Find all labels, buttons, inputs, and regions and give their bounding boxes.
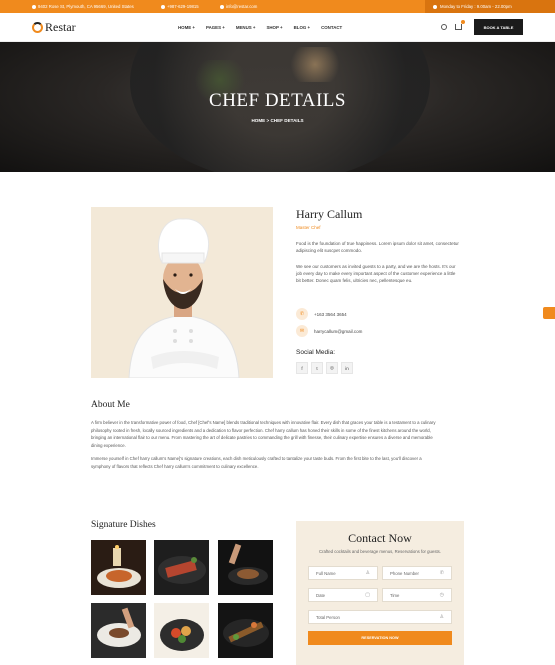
email-text[interactable]: info@restar.com [226,4,257,9]
about-line: Immerse yourself in Chef harry callum's … [91,456,422,461]
chef-role: Master Chef [296,225,321,230]
dish-image[interactable] [154,603,209,658]
contact-form: Contact Now Crafted cocktails and bevera… [296,521,464,665]
dishes-title: Signature Dishes [91,520,156,530]
contact-title: Contact Now [348,531,412,545]
social-links: f t ◎ in [296,362,353,374]
dish-image[interactable] [154,540,209,595]
reservation-button[interactable]: RESERVATION NOW [308,631,452,645]
address-text: 9402 Rose St, Plymouth, CA 95669, United… [38,4,134,9]
top-info-bar: 9402 Rose St, Plymouth, CA 95669, United… [0,0,555,13]
dish-image[interactable] [91,540,146,595]
phone-placeholder: Phone Number [390,570,419,576]
logo-icon [32,22,43,33]
phone-text[interactable]: +987-629-19815 [167,4,199,9]
banner-food [285,47,345,82]
breadcrumb-current: CHEF DETAILS [270,118,304,123]
dish-image[interactable] [218,540,273,595]
bio-line: job every day to make every important as… [296,271,456,276]
chef-name: Harry Callum [296,207,363,221]
main-nav: HOME + PAGES + MENUS + SHOP + BLOG + CON… [178,25,342,30]
about-paragraph: A firm believer in the transformative po… [91,419,464,449]
opening-hours: Monday to Friday : 9.00am - 22.00pm [425,0,555,13]
nav-shop[interactable]: SHOP + [266,25,282,30]
twitter-icon[interactable]: t [311,362,323,374]
nav-contact[interactable]: CONTACT [321,25,342,30]
logo[interactable]: Restar [32,20,76,35]
phone-item[interactable]: +987-629-19815 [161,4,199,9]
header-icons [441,20,465,30]
mail-icon: ✉ [296,325,308,337]
total-person-field[interactable]: Total Person ♙ [308,610,452,624]
page-banner: CHEF DETAILS HOME > CHEF DETAILS [0,42,555,172]
facebook-icon[interactable]: f [296,362,308,374]
nav-home[interactable]: HOME + [178,25,195,30]
about-line: dining experience. [91,442,126,448]
chef-email-text[interactable]: harrycallum@gmail.com [314,329,362,334]
page-title: CHEF DETAILS [209,90,346,111]
clock-icon [433,4,437,9]
about-line: bringing an international flair to our m… [91,435,433,440]
mail-icon [220,4,224,9]
nav-blog[interactable]: BLOG + [294,25,310,30]
phone-icon: ✆ [439,570,444,576]
nav-menus[interactable]: MENUS + [236,25,256,30]
date-field[interactable]: Date ▢ [308,588,378,602]
chef-bio-2: We see our customers as invited guests t… [296,263,466,284]
search-icon[interactable] [441,24,447,30]
site-header: Restar HOME + PAGES + MENUS + SHOP + BLO… [0,13,555,42]
contact-subtitle: Crafted cocktails and beverage menus, Re… [318,549,442,554]
dish-image[interactable] [91,603,146,658]
users-icon: ♙ [439,614,444,620]
phone-icon [161,4,165,9]
chef-bio-1: Food is the foundation of true happiness… [296,241,459,253]
about-line: symphony of flavors that reflects Chef h… [91,463,259,469]
full-name-placeholder: Full Name [316,570,336,576]
bio-line: We see our customers as invited guests t… [296,264,456,269]
location-icon [32,4,36,9]
email-item[interactable]: info@restar.com [220,4,257,9]
breadcrumb-home[interactable]: HOME [251,118,265,123]
about-line: A firm believer in the transformative po… [91,420,436,425]
settings-side-tab[interactable] [543,307,555,319]
social-title: Social Media: [296,349,336,356]
phone-icon: ✆ [296,308,308,320]
time-placeholder: Time [390,592,400,598]
date-placeholder: Date [316,592,326,598]
about-text: A firm believer in the transformative po… [91,419,464,476]
address-item: 9402 Rose St, Plymouth, CA 95669, United… [32,4,134,9]
user-icon: ♙ [365,570,370,576]
about-line: philosophy rooted in fresh, locally sour… [91,427,431,433]
about-paragraph: Immerse yourself in Chef harry callum's … [91,455,464,470]
bio-line: bit better. Donec quam felis, ultricies … [296,278,413,283]
linkedin-icon[interactable]: in [341,362,353,374]
chef-photo [91,207,273,378]
about-title: About Me [91,400,130,410]
total-person-placeholder: Total Person [316,614,340,620]
time-field[interactable]: Time ◷ [382,588,452,602]
dish-image[interactable] [218,603,273,658]
chef-phone[interactable]: ✆ +163 3564 3654 [296,308,347,320]
calendar-icon: ▢ [365,592,370,598]
logo-text[interactable]: Restar [45,20,76,35]
full-name-field[interactable]: Full Name ♙ [308,566,378,580]
chef-phone-text[interactable]: +163 3564 3654 [314,312,347,317]
instagram-icon[interactable]: ◎ [326,362,338,374]
nav-pages[interactable]: PAGES + [206,25,225,30]
breadcrumb-separator: > [266,118,270,123]
hours-text: Monday to Friday : 9.00am - 22.00pm [440,4,512,9]
chef-email[interactable]: ✉ harrycallum@gmail.com [296,325,362,337]
book-table-button[interactable]: BOOK A TABLE [474,19,523,35]
phone-field[interactable]: Phone Number ✆ [382,566,452,580]
clock-icon: ◷ [439,592,444,598]
cart-icon[interactable] [455,20,465,30]
breadcrumb: HOME > CHEF DETAILS [0,118,555,123]
